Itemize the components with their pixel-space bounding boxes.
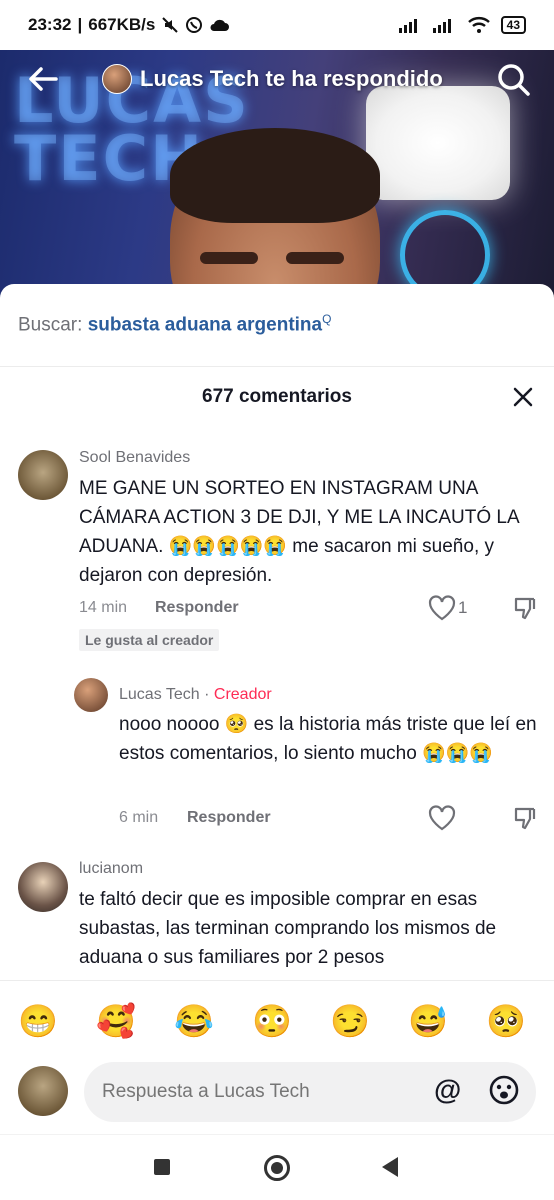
reply-input[interactable] (84, 1062, 536, 1122)
reply-input-row: @ (0, 1060, 554, 1134)
mini-search-icon: Q (322, 312, 332, 326)
emoji-smirk[interactable]: 😏 (328, 999, 372, 1043)
status-net-speed: 667KB/s (88, 15, 156, 34)
emoji-hearts[interactable]: 🥰 (94, 999, 138, 1043)
emoji-pleading[interactable]: 🥺 (484, 999, 528, 1043)
search-suggestion-query[interactable]: subasta aduana argentina (88, 314, 322, 335)
search-icon[interactable] (496, 62, 532, 98)
heart-icon[interactable] (428, 595, 456, 621)
emoji-picker-icon[interactable] (488, 1074, 520, 1106)
signal-icon-2 (432, 19, 451, 33)
mute-icon (162, 17, 179, 33)
emoji-sweat-smile[interactable]: 😅 (406, 999, 450, 1043)
signal-icon (398, 19, 417, 33)
creator-hair (170, 128, 380, 223)
home-button[interactable] (264, 1155, 290, 1181)
commenter-avatar[interactable] (18, 450, 68, 500)
creator-badge: Creador (213, 686, 272, 703)
system-nav-bar (0, 1134, 554, 1200)
comment-text: ME GANE UN SORTEO EN INSTAGRAM UNA CÁMAR… (79, 478, 519, 586)
user-avatar (18, 1066, 68, 1116)
emoji-grin[interactable]: 😁 (16, 999, 60, 1043)
emoji-quick-bar: 😁 🥰 😂 😳 😏 😅 🥺 (0, 980, 554, 1060)
system-back-button[interactable] (382, 1157, 398, 1177)
heart-icon[interactable] (428, 805, 456, 831)
comment-author[interactable]: Sool Benavides (79, 449, 190, 467)
comment-time: 14 min (79, 599, 128, 616)
reply-button[interactable]: Responder (187, 809, 271, 827)
search-suggestion[interactable]: Buscar: subasta aduana argentinaQ (18, 312, 331, 336)
emoji-flushed[interactable]: 😳 (250, 999, 294, 1043)
top-title-text: Lucas Tech te ha respondido (140, 66, 443, 91)
dislike-icon[interactable] (512, 595, 538, 621)
like-count: 1 (458, 598, 468, 617)
mention-icon[interactable]: @ (434, 1074, 461, 1106)
comment-time: 6 min (119, 809, 159, 826)
creator-avatar[interactable] (74, 678, 108, 712)
whatsapp-icon (186, 17, 203, 33)
divider (0, 366, 554, 367)
emoji-joy[interactable]: 😂 (172, 999, 216, 1043)
creator-avatar (102, 64, 132, 94)
reply-notification-title[interactable]: Lucas Tech te ha respondido (102, 64, 443, 94)
wifi-icon (467, 17, 490, 33)
battery-icon: 43 (500, 16, 526, 34)
close-icon[interactable] (510, 384, 536, 410)
comment-count: 677 comentarios (202, 386, 352, 407)
comment-text: nooo noooo 🥺 es la historia más triste q… (119, 714, 537, 764)
comment-text: te faltó decir que es imposible comprar … (79, 889, 497, 968)
top-bar: Lucas Tech te ha respondido (0, 50, 554, 110)
comment-author[interactable]: Lucas Tech · Creador (119, 686, 272, 704)
back-arrow-icon[interactable] (26, 62, 60, 96)
comment-author[interactable]: lucianom (79, 860, 143, 878)
status-bar: 23:32 | 667KB/s 43 (0, 0, 554, 50)
commenter-avatar[interactable] (18, 862, 68, 912)
cloud-icon (210, 19, 230, 31)
status-time: 23:32 (28, 15, 72, 34)
recents-button[interactable] (154, 1159, 170, 1175)
creator-liked-badge: Le gusta al creador (79, 629, 220, 651)
dislike-icon[interactable] (512, 805, 538, 831)
reply-button[interactable]: Responder (155, 599, 239, 617)
